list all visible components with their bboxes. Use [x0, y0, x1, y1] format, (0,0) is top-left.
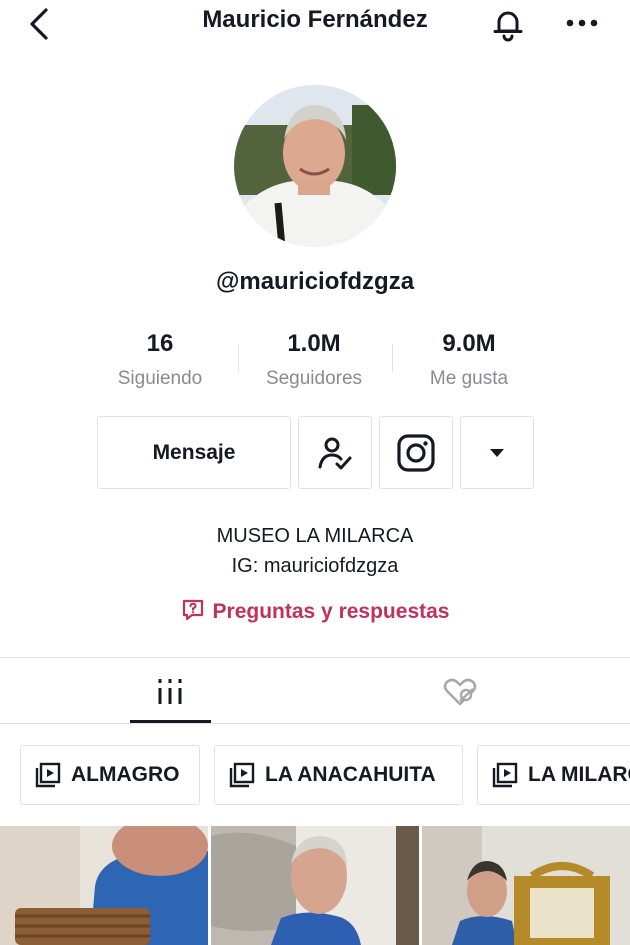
playlist-label: LA MILARCA: [528, 763, 630, 786]
more-options-icon[interactable]: [560, 6, 604, 40]
top-bar: Mauricio Fernández: [0, 0, 630, 50]
bio-line: MUSEO LA MILARCA: [216, 525, 414, 547]
playlist-label: ALMAGRO: [71, 763, 180, 786]
instagram-button[interactable]: [379, 416, 453, 489]
playlist-icon: [229, 762, 255, 788]
tab-liked[interactable]: [440, 674, 480, 710]
video-thumbnail[interactable]: [211, 826, 419, 945]
qa-link[interactable]: Preguntas y respuestas: [0, 598, 630, 628]
question-bubble-icon: [181, 598, 205, 628]
stat-following[interactable]: 16 Siguiendo: [80, 330, 240, 390]
stat-label: Siguiendo: [117, 368, 203, 389]
stat-followers[interactable]: 1.0M Seguidores: [234, 330, 394, 390]
following-button[interactable]: [298, 416, 372, 489]
playlist-chip[interactable]: LA ANACAHUITA: [214, 745, 463, 805]
caret-down-icon: [490, 448, 504, 457]
playlist-chip[interactable]: ALMAGRO: [20, 745, 200, 805]
qa-label: Preguntas y respuestas: [212, 600, 450, 623]
video-thumbnail[interactable]: [0, 826, 208, 945]
stat-likes[interactable]: 9.0M Me gusta: [389, 330, 549, 390]
stat-label: Seguidores: [265, 368, 363, 389]
tab-videos[interactable]: [150, 674, 190, 710]
tabs-divider: [0, 723, 630, 724]
suggested-accounts-button[interactable]: [460, 416, 534, 489]
page-title: Mauricio Fernández: [202, 6, 428, 33]
username-handle: @mauriciofdzgza: [215, 268, 415, 295]
stat-value: 9.0M: [442, 330, 496, 357]
bell-icon[interactable]: [488, 4, 528, 44]
message-button[interactable]: Mensaje: [97, 416, 291, 489]
avatar[interactable]: [234, 85, 396, 247]
grid-icon: [158, 679, 182, 704]
liked-hidden-icon: [443, 678, 477, 706]
stat-value: 16: [146, 330, 174, 357]
instagram-icon: [397, 433, 435, 472]
playlist-icon: [35, 762, 61, 788]
stat-label: Me gusta: [429, 368, 509, 389]
tabs-divider: [0, 657, 630, 658]
stat-value: 1.0M: [287, 330, 341, 357]
playlist-icon: [492, 762, 518, 788]
playlist-label: LA ANACAHUITA: [265, 763, 436, 786]
video-thumbnail[interactable]: [422, 826, 630, 945]
playlist-chip[interactable]: LA MILARCA: [477, 745, 630, 805]
person-check-icon: [318, 437, 352, 469]
bio-line: IG: mauriciofdzgza: [231, 555, 399, 577]
